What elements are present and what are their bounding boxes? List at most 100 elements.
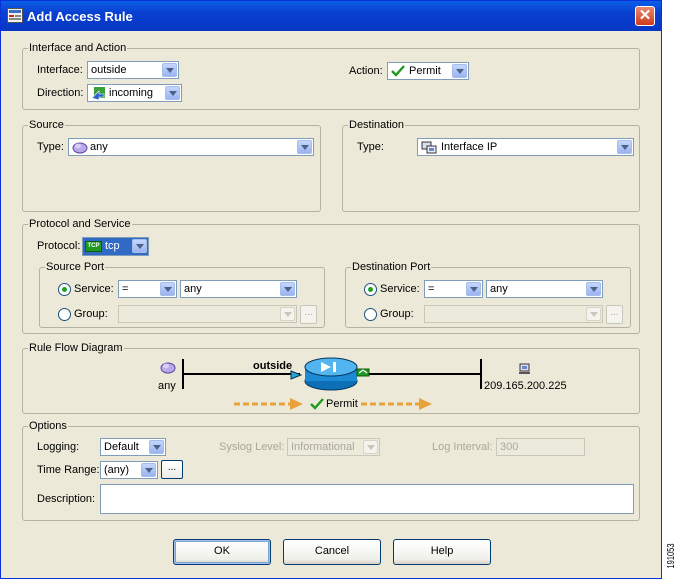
- checkmark-icon: [310, 398, 324, 410]
- chevron-down-icon[interactable]: [165, 86, 180, 100]
- flow-line-right: [369, 373, 482, 375]
- close-button[interactable]: ✕: [635, 6, 655, 26]
- flow-arrow-left-icon: [234, 398, 303, 410]
- source-port-legend: Source Port: [45, 261, 106, 274]
- title-bar: Add Access Rule ✕: [1, 1, 661, 31]
- options-legend: Options: [28, 420, 68, 433]
- incoming-arrow-icon: [91, 87, 105, 101]
- protocol-label: Protocol:: [37, 240, 81, 252]
- source-group-label: Group:: [74, 308, 108, 320]
- destination-group-label: Group:: [380, 308, 414, 320]
- log-interval-input[interactable]: 300: [496, 438, 585, 456]
- syslog-level-select[interactable]: Informational: [287, 438, 380, 456]
- log-interval-label: Log Interval:: [432, 441, 493, 453]
- chevron-down-icon[interactable]: [466, 282, 481, 296]
- flow-arrow-right-icon: [361, 398, 432, 410]
- direction-value: incoming: [109, 87, 154, 99]
- rule-flow-legend: Rule Flow Diagram: [28, 342, 124, 355]
- chevron-down-icon[interactable]: [280, 282, 295, 296]
- logging-value: Default: [104, 441, 139, 453]
- figure-id-label: 191053: [665, 543, 676, 568]
- destination-service-select[interactable]: any: [486, 280, 603, 298]
- action-select[interactable]: Permit: [387, 62, 469, 80]
- help-button[interactable]: Help: [393, 539, 491, 565]
- action-value: Permit: [409, 65, 441, 77]
- destination-service-radio[interactable]: [364, 283, 377, 296]
- cancel-button[interactable]: Cancel: [283, 539, 381, 565]
- source-group-select[interactable]: [118, 305, 297, 323]
- interface-value: outside: [91, 64, 127, 76]
- add-access-rule-dialog: Add Access Rule ✕ Interface and Action I…: [0, 0, 662, 579]
- source-group-radio[interactable]: [58, 308, 71, 321]
- flow-line-left: [182, 373, 300, 375]
- time-range-select[interactable]: (any): [100, 461, 158, 479]
- destination-group-select[interactable]: [424, 305, 603, 323]
- chevron-down-icon[interactable]: [586, 282, 601, 296]
- source-type-select[interactable]: any: [68, 138, 314, 156]
- chevron-down-icon[interactable]: [162, 63, 177, 77]
- log-interval-value: 300: [500, 441, 519, 453]
- destination-group-radio[interactable]: [364, 308, 377, 321]
- destination-group-browse-button[interactable]: ...: [606, 305, 623, 324]
- chevron-down-icon[interactable]: [363, 440, 378, 454]
- protocol-select[interactable]: TCP tcp: [82, 237, 149, 256]
- source-service-value: any: [184, 283, 202, 295]
- interface-action-legend: Interface and Action: [28, 42, 128, 55]
- destination-port-legend: Destination Port: [351, 261, 432, 274]
- time-range-value: (any): [104, 464, 130, 476]
- network-cloud-icon: [160, 362, 176, 374]
- chevron-down-icon[interactable]: [132, 239, 147, 253]
- source-service-radio[interactable]: [58, 283, 71, 296]
- flow-destination-bar: [480, 359, 482, 389]
- chevron-down-icon[interactable]: [452, 64, 467, 78]
- ok-button[interactable]: OK: [173, 539, 271, 565]
- chevron-down-icon[interactable]: [617, 140, 632, 154]
- time-range-browse-button[interactable]: ...: [161, 460, 183, 479]
- flow-action-label: Permit: [326, 398, 358, 410]
- chevron-down-icon[interactable]: [160, 282, 175, 296]
- source-service-op-value: =: [122, 283, 129, 295]
- direction-label: Direction:: [37, 87, 84, 99]
- checkmark-icon: [391, 65, 405, 77]
- protocol-value: tcp: [105, 240, 120, 252]
- time-range-label: Time Range:: [37, 464, 100, 476]
- network-cloud-icon: [72, 142, 88, 154]
- close-icon: ✕: [638, 7, 652, 24]
- destination-type-label: Type:: [357, 141, 384, 153]
- chevron-down-icon[interactable]: [586, 307, 601, 321]
- destination-service-label: Service:: [380, 283, 420, 295]
- destination-service-value: any: [490, 283, 508, 295]
- description-input[interactable]: [100, 484, 634, 514]
- destination-type-select[interactable]: Interface IP: [417, 138, 634, 156]
- tcp-icon: TCP: [85, 241, 102, 252]
- source-group-browse-button[interactable]: ...: [300, 305, 317, 324]
- source-service-select[interactable]: any: [180, 280, 297, 298]
- source-service-op-select[interactable]: =: [118, 280, 177, 298]
- figure-id-text: 191053: [665, 543, 676, 568]
- description-label: Description:: [37, 493, 96, 505]
- destination-service-op-select[interactable]: =: [424, 280, 483, 298]
- window-title: Add Access Rule: [27, 9, 133, 24]
- flow-destination-label: 209.165.200.225: [484, 380, 567, 392]
- syslog-level-value: Informational: [291, 441, 355, 453]
- firewall-icon: [290, 357, 370, 391]
- source-service-label: Service:: [74, 283, 114, 295]
- interface-label: Interface:: [37, 64, 83, 76]
- protocol-service-legend: Protocol and Service: [28, 218, 132, 231]
- flow-source-label: any: [158, 380, 176, 392]
- chevron-down-icon[interactable]: [280, 307, 295, 321]
- interface-select[interactable]: outside: [87, 61, 179, 79]
- chevron-down-icon[interactable]: [297, 140, 312, 154]
- logging-label: Logging:: [37, 441, 80, 453]
- logging-select[interactable]: Default: [100, 438, 166, 456]
- chevron-down-icon[interactable]: [149, 440, 164, 454]
- action-label: Action:: [349, 65, 383, 77]
- chevron-down-icon[interactable]: [141, 463, 156, 477]
- destination-legend: Destination: [348, 119, 406, 132]
- direction-select[interactable]: incoming: [87, 84, 182, 102]
- source-legend: Source: [28, 119, 65, 132]
- app-icon: [7, 8, 23, 23]
- interface-ip-icon: [421, 141, 437, 154]
- syslog-level-label: Syslog Level:: [219, 441, 285, 453]
- source-type-value: any: [90, 141, 108, 153]
